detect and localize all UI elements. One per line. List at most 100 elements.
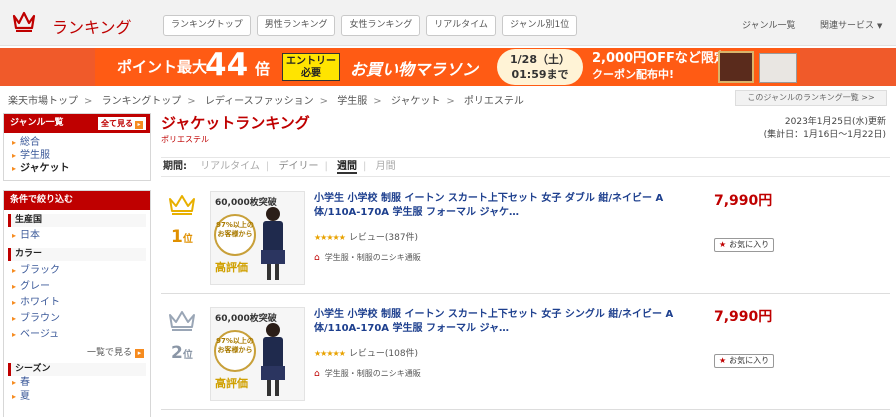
rank-value: 1 [171,227,183,247]
crumb-school-uniform[interactable]: 学生服 [337,96,367,107]
thumb-high-rating: 高評価 [215,261,248,274]
ranking-item: 2位 60,000枚突破 97%以上のお客様から 高評価 小学生 小学校 制服 … [161,300,890,410]
banner-unit: 倍 [255,60,271,78]
show-all-button[interactable]: 全て見る [98,117,146,130]
gift-bag-image [759,53,797,83]
crumb-sep-icon: > [373,96,382,107]
genre-list-link[interactable]: ジャンル一覧 [742,18,796,31]
banner-entry-badge: エントリー 必要 [282,53,340,81]
genre-sidebar: ジャンル一覧 全て見る 総合 学生服 ジャケット [3,113,151,181]
tab-male-ranking[interactable]: 男性ランキング [256,15,336,36]
offer-line-2: クーポン配布中! [592,68,675,81]
filter-season-summer[interactable]: 夏 [4,390,150,404]
offer-line-1: 2,000円OFFなど限定 [592,51,727,66]
filter-origin-japan[interactable]: 日本 [4,229,150,242]
ranking-item: 1位 60,000枚突破 97%以上のお客様から 高評価 小学生 小学校 制服 … [161,184,890,294]
banner-offer: 2,000円OFFなど限定 クーポン配布中! [592,51,727,83]
breadcrumb: 楽天市場トップ > ランキングトップ > レディースファッション > 学生服 > ジャケ… [8,92,524,107]
rank-number: 2位 [171,343,193,363]
tab-genre-first[interactable]: ジャンル別1位 [501,15,578,36]
filter-season-spring[interactable]: 春 [4,376,150,390]
sidebar-item-jacket: ジャケット [4,162,150,175]
rank-value: 2 [171,343,183,363]
favorite-button[interactable]: お気に入り [714,238,775,252]
product-rating[interactable]: ★★★★★ レビュー(387件) [314,230,418,243]
aggregation-period: (集計日：1月16日〜1月22日) [763,130,886,140]
favorite-button[interactable]: お気に入り [714,354,775,368]
banner-content: ポイント最大 44 倍 エントリー 必要 お買い物マラソン 1/28（土） 01:5… [95,47,800,86]
star-rating-icon: ★★★★★ [314,233,346,242]
page-title: ジャケットランキング [161,114,310,132]
rank-suffix: 位 [182,350,193,361]
crumb-sep-icon: > [319,96,329,107]
filter-group-season: シーズン [8,363,146,376]
shop-link[interactable]: ⌂ 学生服・制服のニシキ通販 [314,252,421,263]
filter-color-white[interactable]: ホワイト [4,295,150,311]
period-selector: 期間: リアルタイム | デイリー | 週間 | 月間 [161,157,890,177]
silver-crown-icon [169,311,195,331]
update-info: 2023年1月25日(水)更新 (集計日：1月16日〜1月22日) [764,116,886,142]
deadline-time: 01:59まで [511,68,569,81]
tab-realtime[interactable]: リアルタイム [426,15,496,36]
filter-group-origin: 生産国 [8,214,146,227]
period-weekly: 週間 [337,161,358,174]
updated-date: 2023年1月25日(水)更新 [784,117,886,127]
banner-deadline: 1/28（土） 01:59まで [497,49,583,85]
shop-name: 学生服・制服のニシキ通販 [324,369,421,378]
shop-link[interactable]: ⌂ 学生服・制服のニシキ通販 [314,368,421,379]
filter-group-color: カラー [8,248,146,261]
product-name-link[interactable]: 小学生 小学校 制服 イートン スカート上下セット 女子 シングル 紺/ネイビー… [314,308,677,336]
period-sep: | [265,161,270,172]
crown-logo-icon[interactable] [11,8,37,34]
review-count: レビュー(387件) [348,233,419,243]
related-services-label: 関連サービス [820,21,875,31]
product-price: 7,990円 [714,309,773,325]
tab-ranking-top[interactable]: ランキングトップ [163,15,251,36]
crumb-polyester: ポリエステル [463,96,524,107]
filter-color-brown[interactable]: ブラウン [4,311,150,327]
entry-line-2: 必要 [301,68,321,79]
period-monthly[interactable]: 月間 [376,161,396,172]
sidebar-item-school-uniform[interactable]: 学生服 [4,149,150,162]
crumb-sep-icon: > [187,96,196,107]
genre-list-heading: ジャンル一覧 全て見る [4,114,150,133]
crumb-rakuten-top[interactable]: 楽天市場トップ [8,96,78,107]
uniform-girl-image [261,207,285,280]
product-rating[interactable]: ★★★★★ レビュー(108件) [314,346,418,359]
rank-suffix: 位 [182,234,193,245]
banner-multiplier: 44 [205,47,249,83]
filter-sidebar: 条件で絞り込む 生産国 日本 カラー ブラック グレー ホワイト ブラウン ベー… [3,190,151,417]
show-more-colors-link[interactable]: 一覧で見る [4,347,150,359]
star-rating-icon: ★★★★★ [314,349,346,358]
campaign-banner[interactable]: ポイント最大 44 倍 エントリー 必要 お買い物マラソン 1/28（土） 01:5… [0,47,896,86]
chocolate-box-image [718,51,754,83]
crumb-ladies-fashion[interactable]: レディースファッション [205,96,314,107]
filter-color-beige[interactable]: ベージュ [4,327,150,343]
banner-points-text: ポイント最大 [117,58,208,76]
sidebar-item-overall[interactable]: 総合 [4,136,150,149]
filter-heading: 条件で絞り込む [4,191,150,210]
gold-crown-icon [169,195,195,215]
rank-number: 1位 [171,227,193,247]
product-image[interactable]: 60,000枚突破 97%以上のお客様から 高評価 [210,307,305,401]
period-daily[interactable]: デイリー [278,161,318,172]
filter-color-gray[interactable]: グレー [4,279,150,295]
period-realtime[interactable]: リアルタイム [200,161,260,172]
period-sep: | [324,161,328,172]
crumb-ranking-top[interactable]: ランキングトップ [102,96,182,107]
tab-female-ranking[interactable]: 女性ランキング [341,15,421,36]
period-sep: | [363,161,367,172]
thumb-high-rating: 高評価 [215,377,248,390]
crumb-sep-icon: > [446,96,455,107]
site-title[interactable]: ランキング [52,14,132,38]
shop-home-icon: ⌂ [314,253,320,263]
related-services-menu[interactable]: 関連サービス ▼ [820,18,882,31]
genre-ranking-list-button[interactable]: このジャンルのランキング一覧 >> [735,90,887,106]
product-image[interactable]: 60,000枚突破 97%以上のお客様から 高評価 [210,191,305,285]
genre-list-title: ジャンル一覧 [10,118,64,128]
thumb-rating-circle: 97%以上のお客様から [214,214,256,256]
banner-marathon: お買い物マラソン [350,60,479,79]
crumb-jacket[interactable]: ジャケット [391,96,441,107]
product-name-link[interactable]: 小学生 小学校 制服 イートン スカート上下セット 女子 ダブル 紺/ネイビー … [314,192,677,220]
filter-color-black[interactable]: ブラック [4,263,150,279]
